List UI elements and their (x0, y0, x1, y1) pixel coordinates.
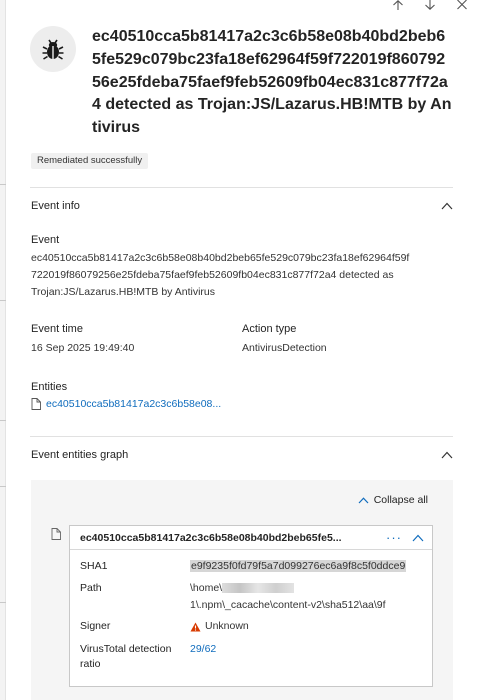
event-value: ec40510cca5b81417a2c3c6b58e08b40bd2beb65… (31, 250, 409, 301)
virustotal-label-line: VirusTotal detection (80, 643, 172, 655)
signer-label: Signer (80, 620, 111, 632)
entity-file-link[interactable]: ec40510cca5b81417a2c3c6b58e08... (31, 398, 221, 410)
path-value: \home\ 1\.npm\_cacache\content-v2\sha512… (190, 580, 386, 614)
close-icon[interactable] (455, 0, 469, 12)
event-info-section-header[interactable]: Event info (31, 196, 453, 216)
warning-icon (190, 622, 201, 631)
bug-avatar (30, 26, 76, 72)
event-value-line: 722019f86079256e25fdeba75faef9feb52609fb… (31, 269, 394, 281)
path-line-1: \home\ (190, 580, 386, 597)
more-options-button[interactable]: ··· (386, 531, 402, 544)
signer-text: Unknown (205, 620, 249, 632)
file-icon (31, 398, 41, 410)
entities-label: Entities (31, 381, 68, 393)
alert-header: ec40510cca5b81417a2c3c6b58e08b40bd2beb65… (30, 26, 455, 140)
virustotal-ratio-link[interactable]: 29/62 (190, 641, 216, 658)
section-title: Event entities graph (31, 449, 129, 461)
chevron-up-icon (441, 451, 453, 459)
path-line-2: 1\.npm\_cacache\content-v2\sha512\aa\9f (190, 599, 386, 611)
panel-navigation (391, 0, 469, 12)
chevron-up-icon (441, 202, 453, 210)
strip-divider (0, 602, 6, 603)
entity-card-title: ec40510cca5b81417a2c3c6b58e08b40bd2beb65… (80, 531, 342, 544)
entity-link-text: ec40510cca5b81417a2c3c6b58e08... (46, 398, 222, 410)
action-type-label: Action type (242, 323, 297, 335)
sha1-label: SHA1 (80, 560, 108, 572)
signer-value: Unknown (190, 618, 249, 635)
virustotal-label: VirusTotal detection ratio (80, 642, 171, 672)
arrow-up-icon[interactable] (391, 0, 405, 12)
redacted-path-segment (222, 583, 295, 594)
file-icon (51, 528, 61, 540)
event-value-line: Trojan:JS/Lazarus.HB!MTB by Antivirus (31, 286, 216, 298)
strip-divider (0, 420, 6, 421)
action-type-value: AntivirusDetection (242, 342, 327, 354)
chevron-up-icon[interactable] (412, 534, 424, 542)
path-label: Path (80, 582, 102, 594)
event-time-label: Event time (31, 323, 83, 335)
arrow-down-icon[interactable] (423, 0, 437, 12)
event-value-line: ec40510cca5b81417a2c3c6b58e08b40bd2beb65… (31, 252, 410, 264)
event-time-value: 16 Sep 2025 19:49:40 (31, 342, 135, 354)
entities-graph-panel: Collapse all ec40510cca5b81417a2c3c6b58e… (31, 480, 453, 700)
sha1-text: e9f9235f0fd79f5a7d099276ec6a9f8c5f0ddce9 (190, 560, 407, 572)
event-entities-graph-section-header[interactable]: Event entities graph (31, 445, 453, 465)
bug-icon (42, 39, 64, 60)
section-title: Event info (31, 200, 80, 212)
entity-card: ec40510cca5b81417a2c3c6b58e08b40bd2beb65… (69, 525, 433, 687)
background-page-strip (0, 0, 6, 700)
status-badge: Remediated successfully (31, 153, 149, 169)
collapse-all-label: Collapse all (373, 494, 428, 506)
alert-title: ec40510cca5b81417a2c3c6b58e08b40bd2beb65… (92, 28, 452, 137)
collapse-all-button[interactable]: Collapse all (358, 494, 428, 506)
divider (30, 436, 453, 437)
event-label: Event (31, 234, 60, 246)
strip-divider (0, 486, 6, 487)
divider (30, 187, 453, 188)
virustotal-label-line: ratio (80, 658, 101, 670)
path-prefix: \home\ (190, 582, 223, 594)
strip-divider (0, 184, 6, 185)
strip-divider (0, 300, 6, 301)
sha1-value: e9f9235f0fd79f5a7d099276ec6a9f8c5f0ddce9 (190, 558, 407, 575)
entity-card-header[interactable]: ec40510cca5b81417a2c3c6b58e08b40bd2beb65… (70, 526, 432, 550)
chevron-up-icon (358, 496, 369, 503)
